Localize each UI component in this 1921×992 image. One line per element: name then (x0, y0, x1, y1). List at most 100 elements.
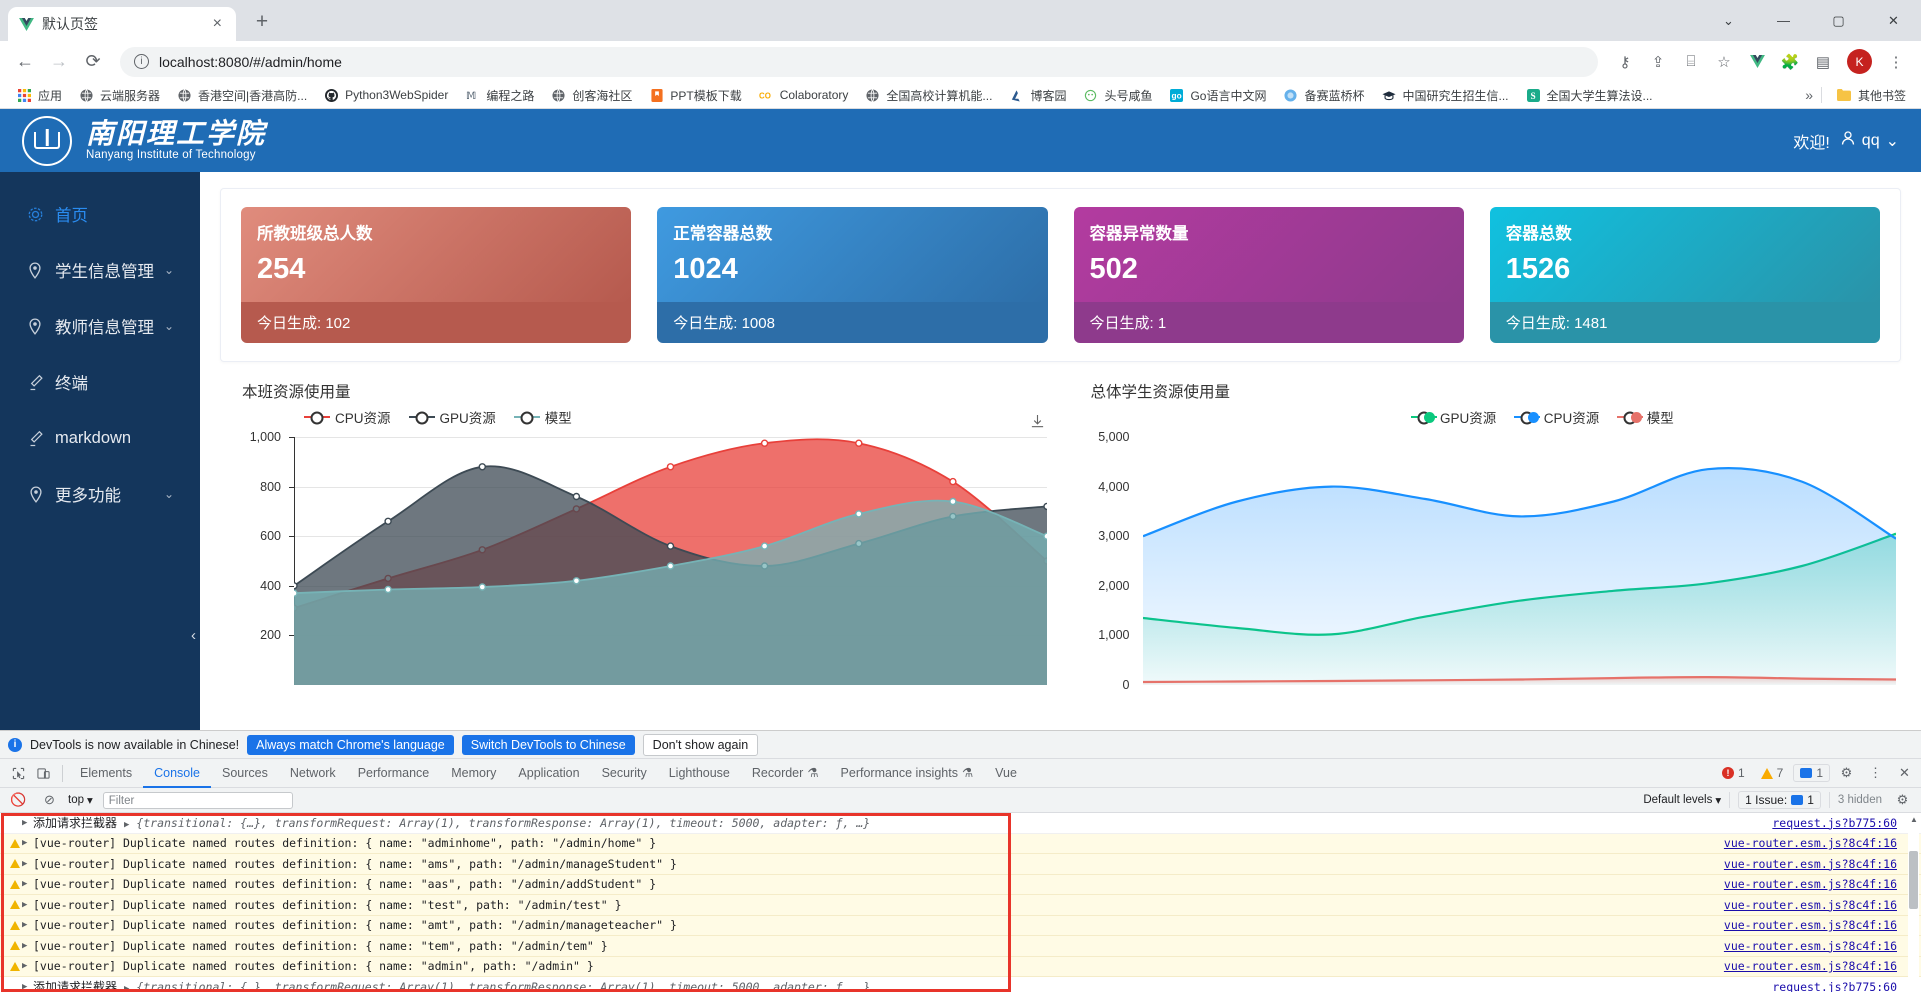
console-log-row[interactable]: ▶ [vue-router] Duplicate named routes def… (0, 833, 1921, 854)
cast-icon[interactable]: ⌸ (1676, 47, 1706, 77)
bookmark-item[interactable]: go Go语言中文网 (1162, 84, 1273, 107)
legend-item[interactable]: CPU资源 (304, 407, 391, 427)
dont-show-again-button[interactable]: Don't show again (642, 733, 759, 756)
console-source-link[interactable]: request.js?b775:60 (1772, 980, 1897, 992)
bookmark-item[interactable]: 头号咸鱼 (1076, 84, 1159, 107)
console-source-link[interactable]: vue-router.esm.js?8c4f:16 (1724, 898, 1897, 912)
devtools-tab-elements[interactable]: Elements (69, 759, 143, 788)
stat-card-1[interactable]: 所教班级总人数 254 今日生成: 102 (241, 207, 632, 343)
data-point[interactable] (572, 492, 581, 501)
console-log-row[interactable]: ▶ 添加请求拦截器 ▶ {transitional: {…}, transform… (0, 813, 1921, 834)
data-point[interactable] (384, 585, 392, 594)
error-count-badge[interactable]: ! 1 (1716, 765, 1751, 781)
no-block-icon[interactable]: ⊘ (37, 788, 62, 813)
data-point[interactable] (949, 477, 957, 486)
issues-badge[interactable]: 1 Issue: 1 (1738, 791, 1821, 809)
devtools-tab-recorder[interactable]: Recorder ⚗ (741, 759, 830, 788)
always-match-language-button[interactable]: Always match Chrome's language (247, 734, 454, 755)
devtools-tab-security[interactable]: Security (591, 759, 658, 788)
data-point[interactable] (1043, 532, 1047, 540)
scrollbar-thumb[interactable] (1909, 851, 1918, 909)
legend-item[interactable]: CPU资源 (1514, 407, 1599, 427)
console-source-link[interactable]: vue-router.esm.js?8c4f:16 (1724, 877, 1897, 891)
sidebar-item-4[interactable]: 终端 (0, 354, 200, 410)
bookmark-item[interactable]: S 全国大学生算法设... (1519, 84, 1660, 107)
expand-arrow-icon[interactable]: ▶ (22, 961, 33, 971)
expand-arrow-icon[interactable]: ▶ (22, 879, 33, 889)
sidebar-collapse-button[interactable]: ‹ (191, 627, 196, 644)
devtools-tab-application[interactable]: Application (507, 759, 590, 788)
back-button[interactable]: ← (10, 47, 40, 77)
download-icon[interactable] (1030, 414, 1045, 433)
legend-item[interactable]: GPU资源 (408, 407, 496, 427)
site-info-icon[interactable]: i (134, 54, 149, 69)
bookmark-item[interactable]: 备赛蓝桥杯 (1276, 84, 1371, 107)
share-icon[interactable]: ⇪ (1643, 47, 1673, 77)
window-maximize-button[interactable]: ▢ (1811, 0, 1866, 41)
warning-count-badge[interactable]: 7 (1755, 765, 1790, 781)
console-log-row[interactable]: ▶ [vue-router] Duplicate named routes def… (0, 874, 1921, 895)
window-close-button[interactable]: ✕ (1866, 0, 1921, 41)
log-levels-selector[interactable]: Default levels ▾ (1643, 793, 1721, 807)
console-scrollbar[interactable]: ▲ (1908, 813, 1919, 992)
devtools-tab-lighthouse[interactable]: Lighthouse (658, 759, 741, 788)
stat-card-3[interactable]: 容器异常数量 502 今日生成: 1 (1073, 207, 1464, 343)
console-log-row[interactable]: ▶ [vue-router] Duplicate named routes def… (0, 854, 1921, 875)
console-source-link[interactable]: vue-router.esm.js?8c4f:16 (1724, 918, 1897, 932)
sidebar-item-3[interactable]: 教师信息管理 ⌄ (0, 298, 200, 354)
legend-item[interactable]: 模型 (1617, 407, 1674, 427)
browser-tab[interactable]: 默认页签 × (8, 7, 236, 41)
side-panel-icon[interactable]: ▤ (1808, 47, 1838, 77)
console-source-link[interactable]: vue-router.esm.js?8c4f:16 (1724, 857, 1897, 871)
profile-avatar[interactable]: K (1847, 49, 1872, 74)
gear-icon[interactable]: ⚙ (1834, 761, 1859, 786)
new-tab-button[interactable]: + (248, 8, 276, 36)
expand-arrow-icon[interactable]: ▶ (22, 838, 33, 848)
bookmark-item[interactable]: 全国高校计算机能... (858, 84, 999, 107)
devtools-tab-network[interactable]: Network (279, 759, 347, 788)
expand-arrow-icon[interactable]: ▶ (22, 900, 33, 910)
other-bookmarks-folder[interactable]: 其他书签 (1830, 84, 1913, 107)
console-source-link[interactable]: vue-router.esm.js?8c4f:16 (1724, 939, 1897, 953)
sidebar-item-2[interactable]: 学生信息管理 ⌄ (0, 242, 200, 298)
inspect-icon[interactable] (6, 761, 31, 786)
execution-context-selector[interactable]: top ▾ (68, 793, 93, 807)
expand-arrow-icon[interactable]: ▶ (22, 818, 33, 828)
bookmark-item[interactable]: Python3WebSpider (317, 85, 455, 106)
data-point[interactable] (294, 582, 298, 590)
data-point[interactable] (478, 463, 487, 471)
console-log-row[interactable]: ▶ 添加请求拦截器 ▶ {transitional: {…}, transform… (0, 977, 1921, 992)
gear-icon[interactable]: ⚙ (1890, 788, 1915, 813)
devtools-tab-performance[interactable]: Performance (347, 759, 441, 788)
bookmark-item[interactable]: 博客园 (1002, 84, 1073, 107)
kebab-icon[interactable]: ⋮ (1863, 761, 1888, 786)
data-point[interactable] (855, 510, 863, 518)
expand-arrow-icon[interactable]: ▶ (22, 982, 33, 992)
devtools-tab-vue[interactable]: Vue (984, 759, 1028, 788)
stat-card-4[interactable]: 容器总数 1526 今日生成: 1481 (1489, 207, 1880, 343)
bookmark-item[interactable]: 𝕄 编程之路 (458, 84, 541, 107)
console-source-link[interactable]: vue-router.esm.js?8c4f:16 (1724, 959, 1897, 973)
data-point[interactable] (384, 517, 392, 526)
bookmark-item[interactable]: PPT模板下载 (642, 84, 748, 107)
reload-button[interactable]: ⟳ (78, 47, 108, 77)
close-icon[interactable]: ✕ (1892, 761, 1917, 786)
legend-item[interactable]: GPU资源 (1410, 407, 1496, 427)
vue-devtools-icon[interactable] (1742, 47, 1772, 77)
scroll-up-icon[interactable]: ▲ (1910, 815, 1918, 824)
key-icon[interactable]: ⚷ (1610, 47, 1640, 77)
devtools-tab-console[interactable]: Console (143, 759, 211, 788)
user-menu[interactable]: qq ⌄ (1840, 130, 1899, 151)
sidebar-item-1[interactable]: 首页 (0, 186, 200, 242)
data-point[interactable] (478, 583, 487, 591)
bookmark-item[interactable]: 中国研究生招生信... (1375, 84, 1516, 107)
data-point[interactable] (760, 542, 769, 550)
bookmark-item[interactable]: 香港空间|香港高防... (170, 84, 314, 107)
clear-console-icon[interactable]: 🚫 (6, 788, 31, 813)
console-filter-input[interactable]: Filter (102, 791, 293, 809)
data-point[interactable] (666, 562, 675, 570)
data-point[interactable] (760, 439, 769, 447)
sidebar-item-5[interactable]: markdown (0, 410, 200, 466)
tab-close-icon[interactable]: × (209, 16, 226, 32)
console-source-link[interactable]: vue-router.esm.js?8c4f:16 (1724, 836, 1897, 850)
